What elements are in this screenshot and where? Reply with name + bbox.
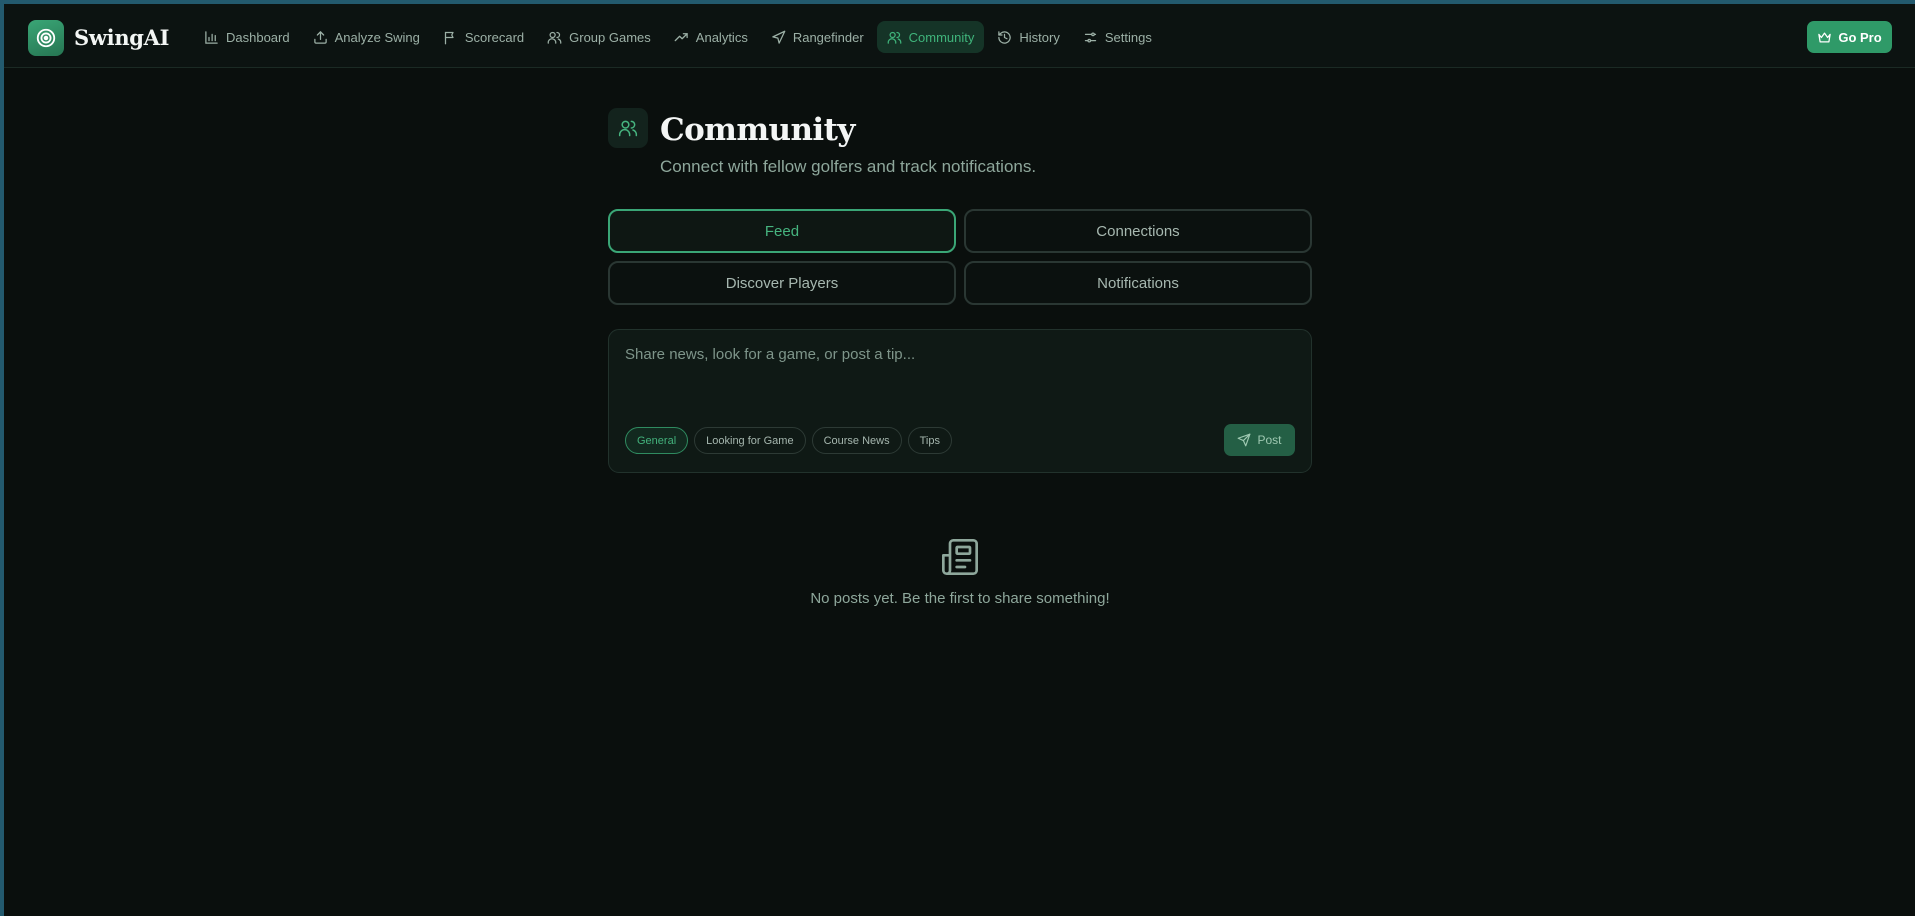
go-pro-button[interactable]: Go Pro [1807, 21, 1892, 53]
bar-chart-icon [205, 30, 218, 44]
crown-icon [1818, 32, 1832, 42]
category-chip-general[interactable]: General [625, 427, 689, 454]
category-chip-looking-for-game[interactable]: Looking for Game [694, 427, 806, 454]
tab-notifications[interactable]: Notifications [964, 261, 1312, 305]
nav-item-label: Analytics [695, 29, 748, 45]
app-logo[interactable]: SwingAI [28, 19, 170, 56]
trending-up-icon [674, 32, 688, 41]
category-chips: General Looking for Game Course News Tip… [625, 427, 952, 454]
tab-feed[interactable]: Feed [608, 209, 956, 253]
target-icon [28, 19, 64, 56]
nav-item-scorecard[interactable]: Scorecard [433, 21, 534, 53]
post-input[interactable] [625, 346, 1295, 406]
post-label: Post [1257, 433, 1282, 447]
nav-item-label: Community [908, 29, 975, 45]
post-button[interactable]: Post [1224, 424, 1295, 456]
category-chip-tips[interactable]: Tips [907, 427, 952, 454]
app-window: SwingAI Dashboard Analyze Swing Scorecar… [4, 4, 1915, 916]
nav-item-rangefinder[interactable]: Rangefinder [761, 21, 874, 53]
nav-item-label: Group Games [569, 29, 651, 45]
nav-item-label: Settings [1104, 29, 1152, 45]
newspaper-icon [942, 539, 978, 575]
post-composer: General Looking for Game Course News Tip… [608, 329, 1312, 473]
nav-item-group-games[interactable]: Group Games [537, 21, 661, 53]
nav-item-label: Rangefinder [792, 29, 864, 45]
tab-discover-players[interactable]: Discover Players [608, 261, 956, 305]
send-icon [1238, 433, 1251, 447]
nav-item-label: History [1019, 29, 1060, 45]
tab-connections[interactable]: Connections [964, 209, 1312, 253]
nav-item-label: Analyze Swing [334, 29, 420, 45]
history-icon [998, 30, 1012, 44]
top-navbar: SwingAI Dashboard Analyze Swing Scorecar… [4, 4, 1915, 68]
nav-item-label: Dashboard [226, 29, 290, 45]
upload-icon [313, 30, 327, 44]
go-pro-label: Go Pro [1838, 29, 1882, 45]
page-subtitle: Connect with fellow golfers and track no… [660, 157, 1037, 176]
users-icon [887, 31, 902, 44]
nav-item-community[interactable]: Community [876, 21, 985, 53]
category-chip-course-news[interactable]: Course News [811, 427, 902, 454]
empty-state-message: No posts yet. Be the first to share some… [810, 590, 1110, 607]
sliders-icon [1084, 32, 1096, 42]
nav-item-dashboard[interactable]: Dashboard [194, 21, 300, 53]
nav-item-label: Scorecard [464, 29, 525, 45]
page-title: Community [660, 112, 855, 148]
nav-item-analytics[interactable]: Analytics [664, 21, 758, 53]
nav-item-analyze-swing[interactable]: Analyze Swing [303, 21, 430, 53]
nav-item-history[interactable]: History [987, 21, 1069, 53]
flag-icon [444, 31, 454, 44]
navigation-icon [772, 30, 786, 44]
users-icon [608, 108, 648, 148]
app-name: SwingAI [74, 25, 170, 50]
nav-menu: Dashboard Analyze Swing Scorecard Group … [194, 21, 1162, 53]
users-icon [547, 31, 562, 44]
nav-item-settings[interactable]: Settings [1073, 21, 1162, 53]
